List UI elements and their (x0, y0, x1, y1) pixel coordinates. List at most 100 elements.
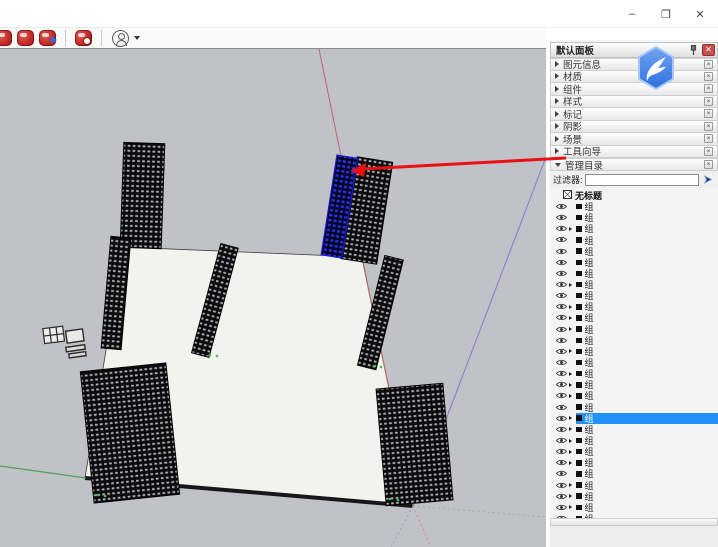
thunder-app-icon[interactable] (637, 46, 675, 90)
expand-arrow-icon[interactable] (569, 282, 576, 287)
maximize-button[interactable]: ❐ (656, 4, 676, 24)
visibility-eye-icon[interactable] (556, 437, 569, 444)
expand-arrow-icon[interactable] (569, 361, 576, 365)
expand-arrow-icon[interactable] (569, 260, 576, 264)
outliner-group-row[interactable]: 组 (550, 446, 718, 457)
outliner-group-row[interactable]: 组 (550, 502, 718, 513)
expand-arrow-icon[interactable] (569, 349, 576, 354)
expand-arrow-icon[interactable] (569, 205, 576, 209)
section-close-button[interactable]: × (704, 146, 713, 156)
expand-arrow-icon[interactable] (569, 494, 576, 499)
outliner-group-row[interactable]: 组 (550, 324, 718, 335)
expand-arrow-icon[interactable] (569, 472, 576, 476)
visibility-eye-icon[interactable] (556, 292, 569, 299)
visibility-eye-icon[interactable] (556, 248, 569, 255)
expand-arrow-icon[interactable] (569, 505, 576, 510)
outliner-group-row[interactable]: 组 (550, 246, 718, 257)
visibility-eye-icon[interactable] (556, 404, 569, 411)
visibility-eye-icon[interactable] (556, 281, 569, 288)
outliner-section-bar[interactable]: 管理目录 × (550, 158, 718, 172)
pin-icon[interactable] (687, 44, 699, 56)
plugin-export-icon[interactable] (39, 30, 57, 46)
expand-arrow-icon[interactable] (569, 249, 576, 253)
outliner-group-row[interactable]: 组 (550, 301, 718, 312)
rebar-tower-top-left[interactable] (119, 141, 166, 250)
outliner-group-row[interactable]: 组 (550, 468, 718, 479)
outliner-group-row[interactable]: 组 (550, 234, 718, 246)
details-arrow-button[interactable] (702, 173, 715, 186)
small-grid-component[interactable] (42, 325, 66, 345)
section-close-button[interactable]: × (704, 71, 713, 81)
filter-input[interactable] (584, 173, 699, 186)
outliner-group-row[interactable]: 组 (550, 223, 718, 234)
expand-arrow-icon[interactable] (569, 226, 576, 231)
visibility-eye-icon[interactable] (556, 392, 569, 399)
visibility-eye-icon[interactable] (556, 470, 569, 477)
visibility-eye-icon[interactable] (556, 314, 569, 321)
expand-arrow-icon[interactable] (569, 382, 576, 387)
visibility-eye-icon[interactable] (556, 225, 569, 232)
visibility-eye-icon[interactable] (556, 459, 569, 466)
expand-arrow-icon[interactable] (569, 393, 576, 398)
visibility-eye-icon[interactable] (556, 270, 569, 277)
visibility-eye-icon[interactable] (556, 426, 569, 433)
visibility-eye-icon[interactable] (556, 203, 569, 210)
expand-arrow-icon[interactable] (569, 338, 576, 342)
expand-arrow-icon[interactable] (569, 427, 576, 432)
outliner-group-row[interactable]: 组 (550, 412, 718, 424)
outliner-group-row[interactable]: 组 (550, 335, 718, 346)
avatar-dropdown-caret-icon[interactable] (134, 36, 140, 40)
rebar-tower-bottom-left[interactable] (79, 362, 181, 504)
expand-arrow-icon[interactable] (569, 416, 576, 421)
close-button[interactable]: ✕ (690, 4, 710, 24)
outliner-group-row[interactable]: 组 (550, 435, 718, 446)
visibility-eye-icon[interactable] (556, 482, 569, 489)
outliner-root-row[interactable]: 无标题 (550, 190, 718, 201)
expand-arrow-icon[interactable] (569, 304, 576, 309)
section-close-button[interactable]: × (704, 121, 713, 131)
expand-arrow-icon[interactable] (569, 449, 576, 454)
outliner-group-row[interactable]: 组 (550, 368, 718, 379)
outliner-group-row[interactable]: 组 (550, 424, 718, 435)
section-close-button[interactable]: × (704, 134, 713, 144)
outliner-group-row[interactable]: 组 (550, 346, 718, 357)
outliner-group-row[interactable]: 组 (550, 312, 718, 323)
expand-arrow-icon[interactable] (569, 405, 576, 409)
outliner-group-row[interactable]: 组 (550, 212, 718, 223)
section-close-button[interactable]: × (704, 59, 713, 69)
visibility-eye-icon[interactable] (556, 259, 569, 266)
section-close-button[interactable]: × (704, 96, 713, 106)
section-close-button[interactable]: × (704, 160, 713, 169)
visibility-eye-icon[interactable] (556, 370, 569, 377)
expand-arrow-icon[interactable] (569, 315, 576, 320)
visibility-eye-icon[interactable] (556, 415, 569, 422)
expand-arrow-icon[interactable] (569, 371, 576, 376)
section-close-button[interactable]: × (704, 84, 713, 94)
minimize-button[interactable]: – (622, 4, 642, 24)
outliner-group-row[interactable]: 组 (550, 402, 718, 413)
outliner-group-row[interactable]: 组 (550, 357, 718, 368)
visibility-eye-icon[interactable] (556, 214, 569, 221)
plugin-icon-2[interactable] (17, 30, 34, 46)
outliner-group-row[interactable]: 组 (550, 201, 718, 212)
outliner-group-row[interactable]: 组 (550, 290, 718, 301)
visibility-eye-icon[interactable] (556, 504, 569, 511)
expand-arrow-icon[interactable] (569, 238, 576, 242)
expand-arrow-icon[interactable] (569, 216, 576, 220)
expand-arrow-icon[interactable] (569, 271, 576, 275)
rebar-tower-bottom-right[interactable] (375, 382, 454, 507)
section-close-button[interactable]: × (704, 109, 713, 119)
outliner-group-row[interactable]: 组 (550, 390, 718, 401)
visibility-eye-icon[interactable] (556, 303, 569, 310)
visibility-eye-icon[interactable] (556, 337, 569, 344)
outliner-group-row[interactable]: 组 (550, 279, 718, 290)
outliner-group-row[interactable]: 组 (550, 257, 718, 268)
visibility-eye-icon[interactable] (556, 236, 569, 243)
visibility-eye-icon[interactable] (556, 381, 569, 388)
plugin-tag-icon[interactable] (75, 30, 92, 46)
expand-arrow-icon[interactable] (569, 327, 576, 332)
expand-arrow-icon[interactable] (569, 294, 576, 298)
account-avatar-icon[interactable] (112, 29, 129, 47)
visibility-eye-icon[interactable] (556, 448, 569, 455)
panel-close-button[interactable]: ✕ (702, 44, 715, 56)
